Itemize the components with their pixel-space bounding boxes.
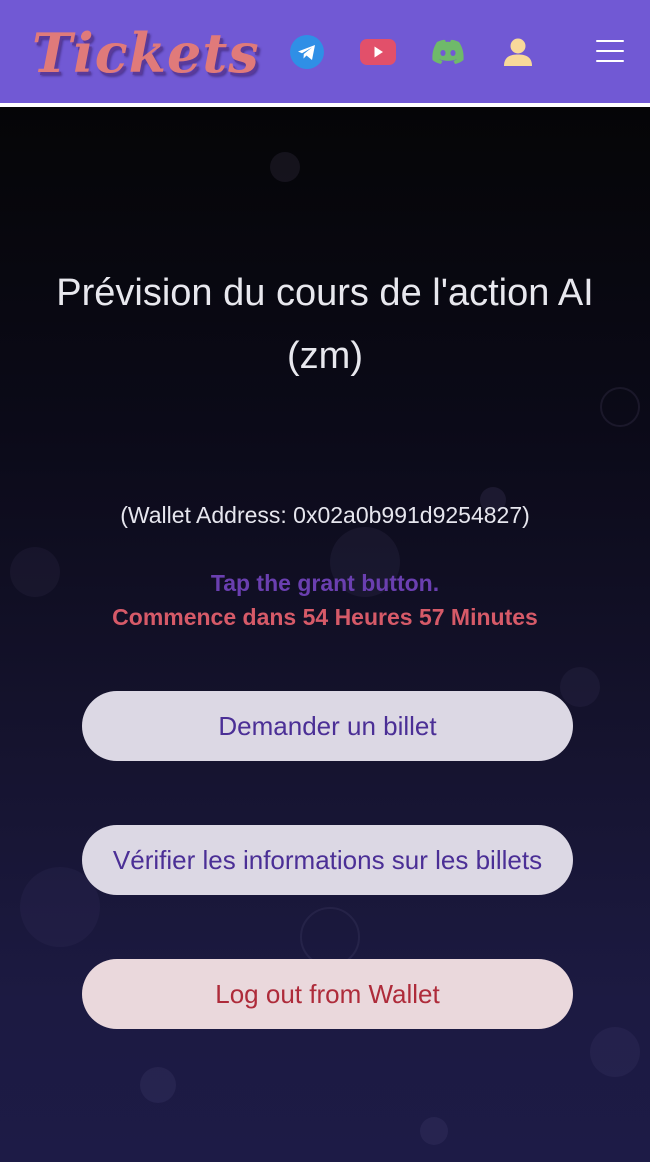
bokeh-decoration [560, 667, 600, 707]
countdown-text: Commence dans 54 Heures 57 Minutes [112, 604, 538, 630]
bokeh-decoration [300, 907, 360, 967]
bokeh-decoration [140, 1067, 176, 1103]
wallet-address: (Wallet Address: 0x02a0b991d9254827) [120, 502, 530, 528]
tickets-logo[interactable]: Tickets [32, 18, 260, 88]
page-title: Prévision du cours de l'action AI (zm) [56, 272, 594, 377]
menu-line [596, 50, 624, 52]
verify-ticket-info-button[interactable]: Vérifier les informations sur les billet… [82, 825, 573, 895]
discord-icon[interactable] [430, 38, 466, 66]
bokeh-decoration [420, 1117, 448, 1145]
logout-wallet-button[interactable]: Log out from Wallet [82, 959, 573, 1029]
tap-instruction: Tap the grant button. [210, 570, 440, 596]
main-content: Prévision du cours de l'action AI (zm) (… [0, 107, 650, 1162]
request-ticket-button[interactable]: Demander un billet [82, 691, 573, 761]
bokeh-decoration [270, 152, 300, 182]
bokeh-decoration [600, 387, 640, 427]
bokeh-decoration [590, 1027, 640, 1077]
user-icon[interactable] [502, 36, 534, 68]
top-nav-bar: Tickets [0, 0, 650, 103]
telegram-icon[interactable] [290, 35, 324, 69]
menu-line [596, 60, 624, 62]
youtube-icon[interactable] [360, 38, 396, 66]
menu-icon[interactable] [592, 36, 628, 66]
menu-line [596, 40, 624, 42]
